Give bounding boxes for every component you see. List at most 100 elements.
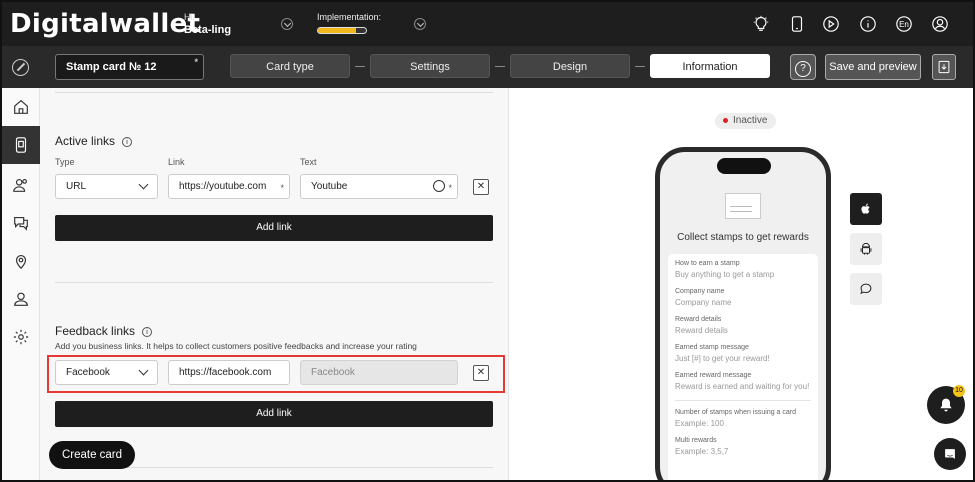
step-information[interactable]: Information <box>650 54 770 78</box>
field-key: Multi rewards <box>675 437 717 444</box>
text-value: Youtube <box>311 181 348 192</box>
user-greeting[interactable]: Hi, Beta-ling <box>184 12 231 36</box>
text-label: Text <box>300 157 317 167</box>
step-separator <box>635 66 645 67</box>
feedback-links-title: Feedback links i <box>55 324 153 338</box>
play-icon[interactable] <box>821 14 841 34</box>
active-links-title: Active links i <box>55 134 133 148</box>
apple-icon[interactable] <box>850 193 882 225</box>
field-key: Number of stamps when issuing a card <box>675 409 796 416</box>
app-window: Digitalwallet Hi, Beta-ling Implementati… <box>0 0 975 482</box>
feedback-type-select[interactable]: Facebook <box>55 360 158 385</box>
card-name-input[interactable]: Stamp card № 12 * <box>55 54 204 80</box>
chevron-down-icon <box>138 179 149 190</box>
preview-field: How to earn a stamp Buy anything to get a… <box>675 260 811 279</box>
preview-field: Company name Company name <box>675 288 811 307</box>
phone-mockup: Collect stamps to get rewards How to ear… <box>655 147 831 480</box>
step-settings[interactable]: Settings <box>370 54 490 78</box>
status-dot <box>723 118 728 123</box>
help-label: ? <box>795 61 811 77</box>
users-icon[interactable] <box>2 166 40 204</box>
language-icon[interactable]: En <box>894 14 914 34</box>
info-icon[interactable] <box>858 14 878 34</box>
feedback-links-title-text: Feedback links <box>55 324 136 338</box>
status-text: Inactive <box>733 115 768 126</box>
chat-icon[interactable] <box>2 204 40 242</box>
chat-icon <box>945 449 955 459</box>
profile-icon[interactable] <box>2 280 40 318</box>
help-button[interactable]: ? <box>790 54 816 80</box>
chevron-down-icon[interactable] <box>281 18 293 30</box>
card-preview-panel: Inactive Collect stamps to get rewards H… <box>509 88 973 480</box>
android-icon[interactable] <box>850 233 882 265</box>
remove-link-button[interactable]: ✕ <box>473 179 489 195</box>
feedback-url-input[interactable]: https://facebook.com <box>168 360 290 385</box>
field-value: Buy anything to get a stamp <box>675 270 775 279</box>
feedback-text-placeholder: Facebook <box>311 367 355 378</box>
implementation-label: Implementation: <box>317 12 382 22</box>
greeting-text: Hi, <box>184 12 195 22</box>
wizard-bar: Stamp card № 12 * Card type Settings Des… <box>2 46 973 88</box>
progress-fill <box>318 28 357 33</box>
preview-field: Number of stamps when issuing a card Exam… <box>675 409 811 428</box>
field-value: Reward details <box>675 326 728 335</box>
add-active-link-button[interactable]: Add link <box>55 215 493 241</box>
feedback-link-value: https://facebook.com <box>179 367 272 378</box>
support-chat-button[interactable] <box>934 438 966 470</box>
add-feedback-link-button[interactable]: Add link <box>55 401 493 427</box>
feedback-type-value: Facebook <box>66 367 110 378</box>
card-name-value: Stamp card № 12 <box>66 61 157 73</box>
step-separator <box>495 66 505 67</box>
divider <box>55 282 493 283</box>
step-design[interactable]: Design <box>510 54 630 78</box>
implementation-progress: Implementation: <box>317 12 381 34</box>
preview-field: Reward details Reward details <box>675 316 811 335</box>
top-header: Digitalwallet Hi, Beta-ling Implementati… <box>2 2 973 46</box>
field-key: How to earn a stamp <box>675 260 740 267</box>
link-value: https://youtube.com <box>179 181 267 192</box>
location-icon[interactable] <box>2 242 40 280</box>
home-icon[interactable] <box>2 88 40 126</box>
lightbulb-icon[interactable] <box>751 14 771 34</box>
phone-icon[interactable] <box>787 14 807 34</box>
required-mark: * <box>194 57 198 67</box>
required-mark: * <box>280 183 284 193</box>
chat-bubble-icon[interactable] <box>850 273 882 305</box>
save-and-preview-button[interactable]: Save and preview <box>825 54 921 80</box>
active-link-text-input[interactable]: Youtube * <box>300 174 458 199</box>
chevron-down-icon[interactable] <box>414 18 426 30</box>
field-key: Reward details <box>675 316 722 323</box>
information-form: Active links i Type Link Text URL https:/… <box>40 88 509 480</box>
feedback-text-input: Facebook <box>300 360 458 385</box>
cards-icon[interactable] <box>2 126 40 164</box>
download-icon <box>938 60 950 74</box>
emoji-icon[interactable] <box>433 180 445 192</box>
preview-field: Earned stamp message Just [#] to get your… <box>675 344 811 363</box>
card-image <box>725 193 761 219</box>
info-icon[interactable]: i <box>122 137 133 147</box>
field-value: Example: 3,5,7 <box>675 447 729 456</box>
notification-count-badge: 10 <box>953 385 965 397</box>
remove-feedback-link-button[interactable]: ✕ <box>473 365 489 381</box>
field-value: Example: 100 <box>675 419 724 428</box>
chevron-down-icon <box>138 365 149 376</box>
preview-title: Collect stamps to get rewards <box>677 232 809 243</box>
step-card-type[interactable]: Card type <box>230 54 350 78</box>
feedback-links-help: Add you business links. It helps to coll… <box>55 341 417 351</box>
active-link-url-input[interactable]: https://youtube.com * <box>168 174 290 199</box>
preview-field: Multi rewards Example: 3,5,7 <box>675 437 811 456</box>
avatar-icon[interactable] <box>930 14 950 34</box>
settings-icon[interactable] <box>2 318 40 356</box>
field-key: Earned stamp message <box>675 344 749 351</box>
progress-bar <box>317 27 367 34</box>
type-value: URL <box>66 181 87 192</box>
info-icon[interactable]: i <box>142 327 153 337</box>
download-button[interactable] <box>932 54 956 80</box>
active-link-type-select[interactable]: URL <box>55 174 158 199</box>
link-label: Link <box>168 157 185 167</box>
create-card-button[interactable]: Create card <box>49 441 135 469</box>
logo: Digitalwallet <box>10 9 201 39</box>
edit-icon[interactable] <box>12 59 29 76</box>
phone-notch <box>717 158 771 174</box>
language-label: En <box>899 19 909 29</box>
